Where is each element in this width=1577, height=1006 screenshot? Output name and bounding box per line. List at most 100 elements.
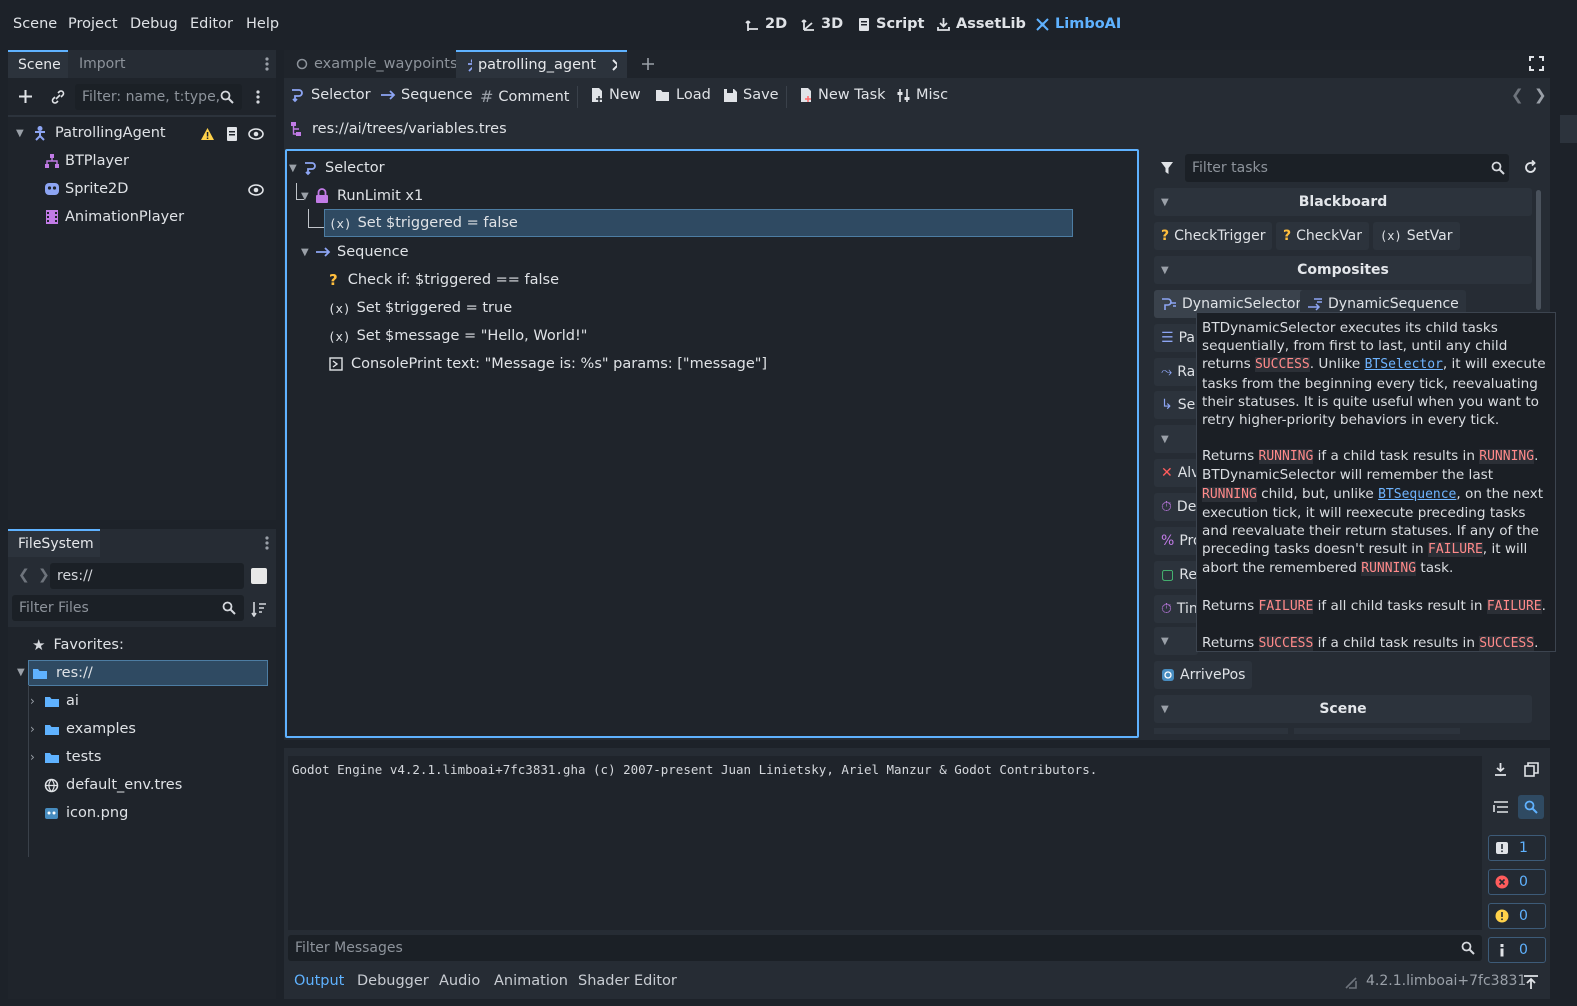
section-actions[interactable]: ▼	[1154, 627, 1198, 655]
workspace-limboai-button[interactable]: LimboAI	[1035, 16, 1121, 32]
task-checktrigger[interactable]: ? CheckTrigger	[1154, 222, 1273, 250]
btselector-link[interactable]: BTSelector	[1365, 357, 1443, 372]
add-comment-button[interactable]: # Comment	[480, 87, 569, 106]
new-tree-button[interactable]: New	[590, 87, 641, 103]
file-item-examples[interactable]: › examples	[30, 716, 136, 742]
chevron-down-icon[interactable]: ▼	[17, 667, 25, 678]
behavior-tree-view[interactable]: ▼ Selector ▼ RunLimit x1 (x) Set $trigge…	[285, 149, 1139, 738]
bt-task-sequence[interactable]: ▼ Sequence	[301, 239, 409, 265]
back-arrow-icon[interactable]: ❮	[18, 567, 30, 583]
warning-count-toggle[interactable]: 0	[1488, 903, 1546, 929]
error-count-toggle[interactable]: 0	[1488, 869, 1546, 895]
split-view-icon[interactable]	[251, 568, 267, 584]
menu-editor[interactable]: Editor	[190, 16, 233, 32]
workspace-2d-button[interactable]: 2D	[745, 16, 787, 32]
task-arrivepos[interactable]: ArrivePos	[1154, 661, 1253, 689]
section-decorators[interactable]: ▼	[1154, 425, 1198, 453]
chevron-down-icon[interactable]: ▼	[16, 128, 32, 139]
version-label[interactable]: 4.2.1.limboai+7fc3831	[1366, 973, 1526, 989]
task-setvar[interactable]: (x) SetVar	[1373, 222, 1460, 250]
file-item-icon-png[interactable]: icon.png	[44, 800, 128, 826]
bt-task-set-message[interactable]: (x) Set $message = "Hello, World!"	[328, 323, 587, 349]
scene-node-sprite2d[interactable]: Sprite2D	[44, 176, 128, 202]
tab-shader-editor[interactable]: Shader Editor	[578, 973, 677, 989]
file-item-ai[interactable]: › ai	[30, 688, 79, 714]
favorites-row[interactable]: ★ Favorites:	[32, 632, 124, 658]
scene-node-patrollingagent[interactable]: ▼ PatrollingAgent	[16, 120, 166, 146]
misc-button[interactable]: Misc	[896, 87, 948, 103]
tab-filesystem[interactable]: FileSystem	[8, 529, 100, 557]
scene-node-animationplayer[interactable]: AnimationPlayer	[44, 204, 184, 230]
bt-task-set-triggered-false[interactable]: (x) Set $triggered = false	[324, 209, 1073, 237]
forward-arrow-icon[interactable]: ❯	[38, 567, 50, 583]
scene-filter-input[interactable]: Filter: name, t:type,	[75, 84, 242, 110]
menu-scene[interactable]: Scene	[13, 16, 57, 32]
message-count-toggle[interactable]: 1	[1488, 835, 1546, 861]
task-random[interactable]: ⤳ Ra	[1154, 358, 1198, 386]
filter-messages-input[interactable]: Filter Messages	[288, 935, 1482, 961]
task-probability[interactable]: % Pro	[1154, 527, 1202, 555]
chevron-right-icon[interactable]: ›	[30, 694, 44, 708]
task-always[interactable]: ✕ Alv	[1154, 459, 1200, 487]
section-composites[interactable]: ▼ Composites	[1154, 256, 1532, 284]
chevron-right-icon[interactable]: ›	[30, 750, 44, 764]
visibility-eye-icon[interactable]	[248, 128, 264, 140]
tab-debugger[interactable]: Debugger	[357, 973, 429, 989]
tab-animation[interactable]: Animation	[494, 973, 568, 989]
filter-tasks-input[interactable]: Filter tasks	[1185, 154, 1509, 182]
filter-files-input[interactable]: Filter Files	[12, 595, 244, 621]
bt-task-consoleprint[interactable]: ConsolePrint text: "Message is: %s" para…	[329, 351, 767, 377]
bt-task-runlimit[interactable]: ▼ RunLimit x1	[301, 183, 423, 209]
chevron-right-icon[interactable]: ›	[30, 722, 44, 736]
copy-icon[interactable]	[1524, 762, 1539, 777]
task-timelimit[interactable]: ⏱ Tin	[1154, 595, 1198, 623]
tab-scene[interactable]: Scene	[8, 50, 68, 78]
chevron-down-icon[interactable]: ▼	[1161, 704, 1169, 715]
resource-path-bar[interactable]: res://ai/trees/variables.tres	[290, 121, 507, 137]
chevron-down-icon[interactable]: ▼	[301, 247, 315, 258]
section-blackboard[interactable]: ▼ Blackboard	[1154, 188, 1532, 216]
save-tree-button[interactable]: Save	[723, 87, 779, 103]
tab-import[interactable]: Import	[69, 50, 135, 78]
clear-output-icon[interactable]	[1493, 762, 1508, 777]
tab-patrolling-agent[interactable]: patrolling_agent	[456, 50, 627, 78]
add-node-icon[interactable]	[18, 89, 33, 104]
bt-task-selector[interactable]: ▼ Selector	[289, 155, 385, 181]
chevron-down-icon[interactable]: ▼	[1161, 265, 1169, 276]
refresh-icon[interactable]	[1523, 160, 1538, 175]
tab-audio[interactable]: Audio	[439, 973, 480, 989]
info-count-toggle[interactable]: 0	[1488, 937, 1546, 963]
add-selector-button[interactable]: Selector	[290, 87, 371, 103]
workspace-assetlib-button[interactable]: AssetLib	[936, 16, 1026, 32]
menu-debug[interactable]: Debug	[130, 16, 178, 32]
btsequence-link[interactable]: BTSequence	[1378, 487, 1456, 502]
load-tree-button[interactable]: Load	[655, 87, 711, 103]
chevron-down-icon[interactable]: ▼	[1161, 197, 1169, 208]
output-log[interactable]: Godot Engine v4.2.1.limboai+7fc3831.gha …	[288, 756, 1482, 930]
tab-output[interactable]: Output	[294, 973, 344, 989]
task-parallel[interactable]: ☰ Pa	[1154, 324, 1198, 352]
workspace-script-button[interactable]: Script	[857, 16, 924, 32]
link-icon[interactable]	[50, 89, 66, 105]
history-back-icon[interactable]: ❮	[1511, 86, 1524, 104]
script-attached-icon[interactable]	[225, 126, 239, 142]
close-icon[interactable]	[612, 59, 617, 71]
dock-menu-icon[interactable]	[264, 535, 270, 551]
add-sequence-button[interactable]: Sequence	[380, 87, 473, 103]
menu-project[interactable]: Project	[68, 16, 118, 32]
collapse-lines-icon[interactable]	[1493, 800, 1509, 814]
task-checkvar[interactable]: ? CheckVar	[1276, 222, 1370, 250]
workspace-3d-button[interactable]: 3D	[801, 16, 843, 32]
warning-icon[interactable]	[200, 127, 215, 141]
palette-scrollbar[interactable]	[1536, 190, 1541, 310]
tab-example-waypoints[interactable]: example_waypoints	[284, 50, 470, 78]
file-item-res-root[interactable]: res://	[28, 660, 268, 686]
filter-funnel-icon[interactable]	[1160, 161, 1174, 175]
file-item-tests[interactable]: › tests	[30, 744, 101, 770]
section-scene[interactable]: ▼ Scene	[1154, 695, 1532, 723]
add-tab-icon[interactable]	[641, 57, 655, 71]
fullscreen-icon[interactable]	[1529, 56, 1544, 71]
sort-icon[interactable]	[251, 601, 267, 617]
menu-help[interactable]: Help	[246, 16, 279, 32]
task-repeat[interactable]: ▢ Re	[1154, 561, 1198, 589]
